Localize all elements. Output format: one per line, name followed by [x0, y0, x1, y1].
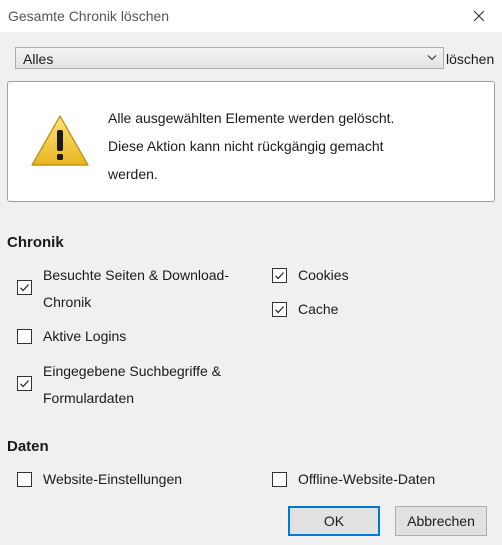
checkbox-box[interactable] [272, 302, 287, 317]
window-title: Gesamte Chronik löschen [8, 8, 170, 24]
checkbox-label: Besuchte Seiten & Download- Chronik [43, 262, 229, 316]
chevron-down-icon [427, 55, 437, 61]
section-title-chronik: Chronik [7, 234, 64, 251]
warning-panel: Alle ausgewählten Elemente werden gelösc… [7, 81, 495, 202]
checkmark-icon [275, 272, 284, 280]
checkbox-label-line: Chronik [43, 294, 92, 310]
checkbox-label-line: Formulardaten [43, 390, 135, 406]
checkbox-label: Eingegebene Suchbegriffe & Formulardaten [43, 358, 221, 412]
checkbox-history[interactable]: Besuchte Seiten & Download- Chronik [17, 262, 257, 318]
checkbox-label-line: Eingegebene Suchbegriffe & [43, 363, 221, 379]
warning-message: Alle ausgewählten Elemente werden gelösc… [108, 104, 438, 188]
warning-icon [31, 115, 89, 166]
close-button[interactable] [456, 0, 502, 32]
checkbox-active-logins[interactable]: Aktive Logins [17, 323, 257, 350]
warning-line: werden. [108, 166, 158, 182]
checkbox-label-line: Besuchte Seiten & Download- [43, 267, 229, 283]
checkbox-box[interactable] [17, 329, 32, 344]
checkbox-site-settings[interactable]: Website-Einstellungen [17, 466, 217, 493]
time-range-value: Alles [23, 51, 54, 67]
checkbox-box[interactable] [17, 472, 32, 487]
checkbox-cache[interactable]: Cache [272, 296, 372, 323]
time-range-select[interactable]: Alles [15, 47, 444, 69]
close-icon [473, 10, 485, 22]
checkbox-label: Website-Einstellungen [43, 471, 183, 487]
section-title-daten: Daten [7, 438, 49, 455]
checkbox-offline-data[interactable]: Offline-Website-Daten [272, 466, 472, 493]
ok-button[interactable]: OK [288, 506, 380, 536]
checkbox-box[interactable] [272, 268, 287, 283]
warning-line: Alle ausgewählten Elemente werden gelösc… [108, 110, 395, 126]
checkmark-icon [20, 284, 29, 292]
checkbox-label: Offline-Website-Daten [298, 471, 436, 487]
time-range-suffix: löschen [446, 51, 495, 67]
warning-line: Diese Aktion kann nicht rückgängig gemac… [108, 138, 384, 154]
checkbox-box[interactable] [17, 376, 32, 391]
checkbox-box[interactable] [17, 280, 32, 295]
title-bar: Gesamte Chronik löschen [0, 0, 502, 32]
checkbox-cookies[interactable]: Cookies [272, 262, 372, 289]
checkbox-label: Aktive Logins [43, 328, 127, 344]
checkbox-form-data[interactable]: Eingegebene Suchbegriffe & Formulardaten [17, 358, 257, 414]
checkmark-icon [20, 380, 29, 388]
checkbox-label: Cookies [298, 267, 349, 283]
checkmark-icon [275, 306, 284, 314]
checkbox-box[interactable] [272, 472, 287, 487]
checkbox-label: Cache [298, 301, 339, 317]
cancel-button[interactable]: Abbrechen [395, 506, 487, 536]
